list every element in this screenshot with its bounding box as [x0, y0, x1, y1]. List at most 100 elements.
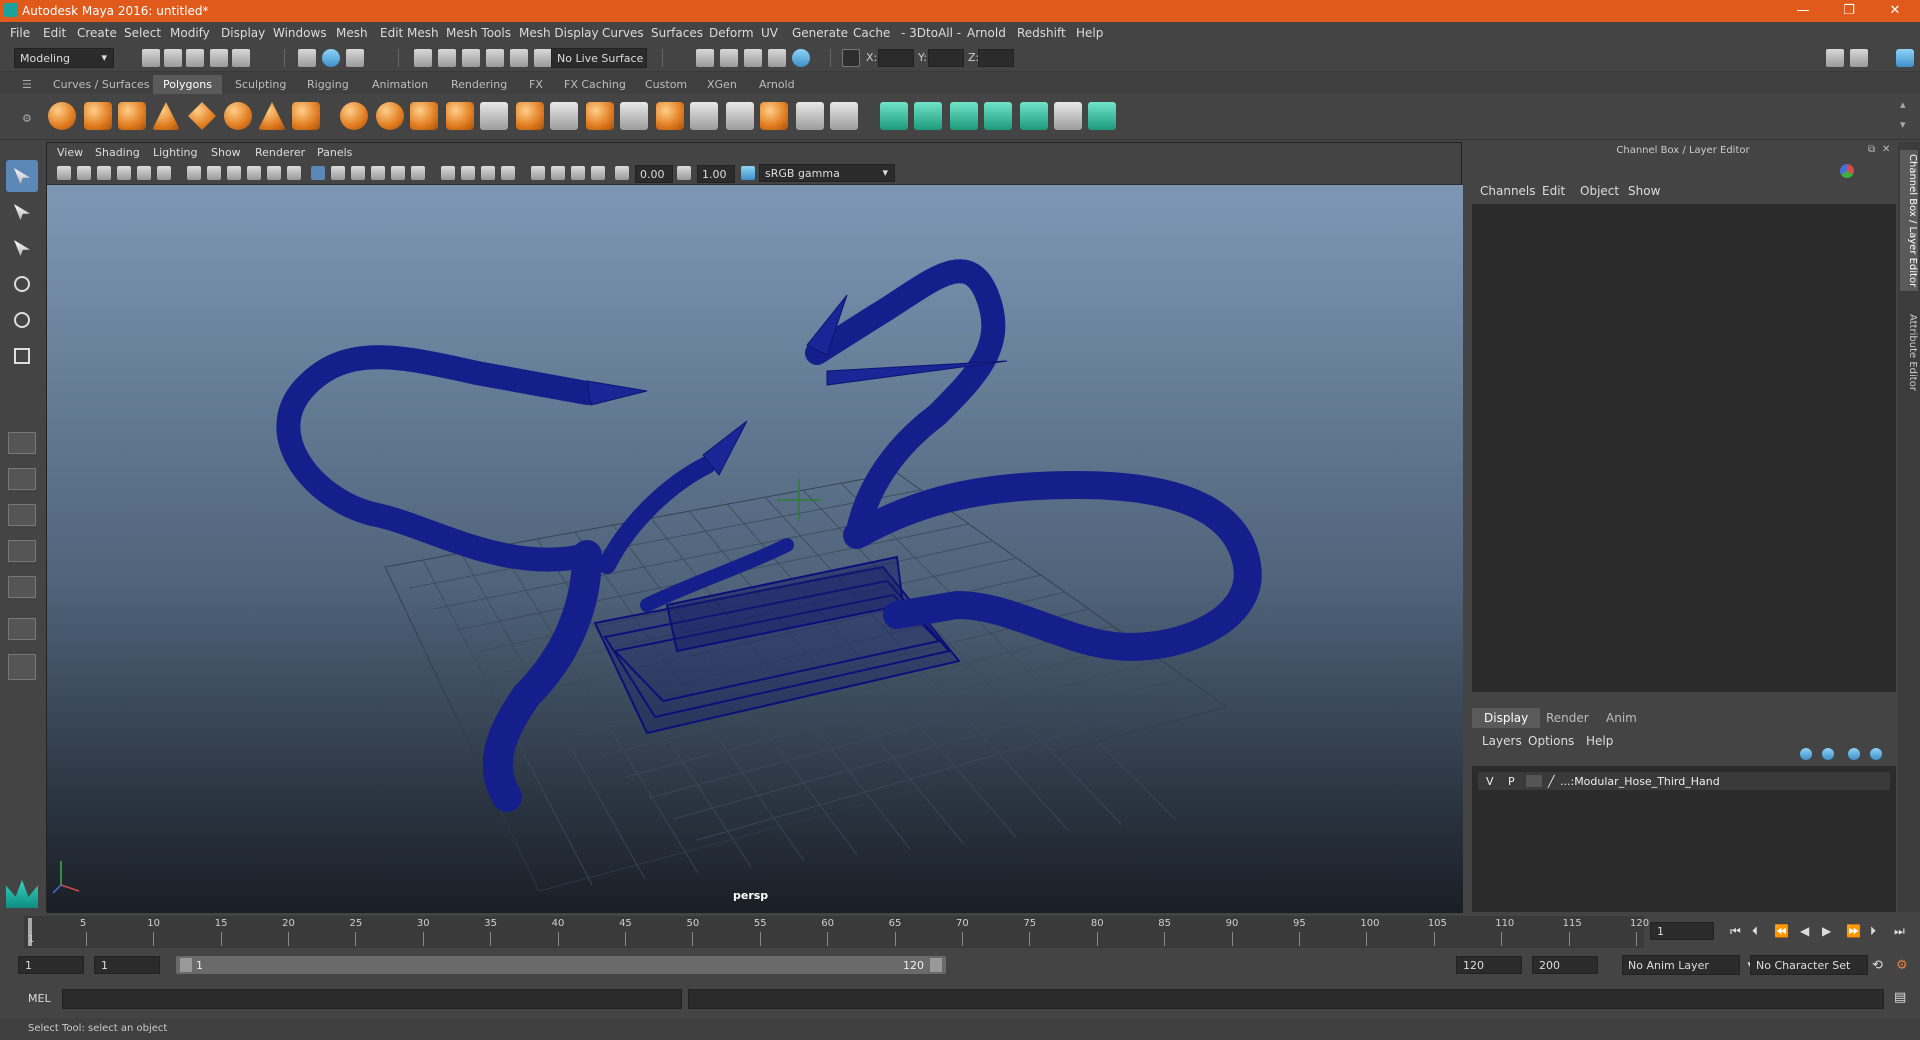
use-lights-icon[interactable]: [391, 166, 405, 180]
rotate-tool[interactable]: [6, 304, 38, 336]
magnet-icon[interactable]: [534, 49, 552, 67]
viewport-menu-shading[interactable]: Shading: [95, 146, 140, 159]
custom-layout-icon[interactable]: [8, 654, 36, 680]
hypershade-icon[interactable]: [792, 49, 810, 67]
four-view-layout-icon[interactable]: [8, 468, 36, 490]
bevel-icon[interactable]: [620, 102, 648, 130]
viewport-menu-renderer[interactable]: Renderer: [255, 146, 305, 159]
shelf-tab-rigging[interactable]: Rigging: [297, 75, 359, 94]
side-tab-channel-box[interactable]: Channel Box / Layer Editor: [1900, 150, 1918, 292]
multi-cut-icon[interactable]: [550, 102, 578, 130]
film-gate-icon[interactable]: [207, 166, 221, 180]
two-d-pan-icon[interactable]: [137, 166, 151, 180]
viewport-menu-view[interactable]: View: [57, 146, 83, 159]
teal-tool-4-icon[interactable]: [984, 102, 1012, 130]
viewport-menu-show[interactable]: Show: [211, 146, 241, 159]
menu-deform[interactable]: Deform: [709, 26, 754, 40]
menu-select[interactable]: Select: [124, 26, 161, 40]
resolution-gate-icon[interactable]: [227, 166, 241, 180]
field-chart-icon[interactable]: [267, 166, 281, 180]
gate-mask-icon[interactable]: [247, 166, 261, 180]
shelf-tab-xgen[interactable]: XGen: [697, 75, 747, 94]
shelf-tab-arnold[interactable]: Arnold: [749, 75, 805, 94]
perspective-viewport[interactable]: View Shading Lighting Show Renderer Pane…: [46, 142, 1463, 913]
fill-hole-icon[interactable]: [690, 102, 718, 130]
persp-outliner-layout-icon[interactable]: [8, 504, 36, 526]
layer-options-menu[interactable]: Options: [1528, 734, 1574, 748]
image-plane-icon[interactable]: [117, 166, 131, 180]
animation-preferences-icon[interactable]: ⚙: [1896, 958, 1908, 973]
render-settings-icon[interactable]: [768, 49, 786, 67]
close-button[interactable]: ✕: [1872, 0, 1918, 22]
select-hierarchy-icon[interactable]: [298, 49, 316, 67]
teal-tool-3-icon[interactable]: [950, 102, 978, 130]
extract-icon[interactable]: [480, 102, 508, 130]
bookmark-icon[interactable]: [97, 166, 111, 180]
select-tool[interactable]: [6, 160, 38, 192]
shadows-icon[interactable]: [411, 166, 425, 180]
shelf-tab-polygons[interactable]: Polygons: [153, 75, 222, 94]
restore-button[interactable]: ❐: [1826, 0, 1872, 22]
single-perspective-layout-icon[interactable]: [8, 432, 36, 454]
xray-joints-icon[interactable]: [571, 166, 585, 180]
animation-end-field[interactable]: 200: [1532, 956, 1598, 974]
teal-tool-1-icon[interactable]: [880, 102, 908, 130]
menu-3dtoall[interactable]: - 3DtoAll -: [901, 26, 961, 40]
close-panel-icon[interactable]: ✕: [1882, 144, 1890, 155]
menu-redshift[interactable]: Redshift: [1017, 26, 1066, 40]
float-panel-icon[interactable]: ⧉: [1868, 144, 1875, 155]
undo-icon[interactable]: [210, 49, 228, 67]
layer-tab-anim[interactable]: Anim: [1594, 708, 1649, 728]
new-layer-selected-icon[interactable]: [1870, 748, 1882, 760]
channels-menu[interactable]: Channels: [1480, 184, 1536, 198]
shelf-tab-sculpting[interactable]: Sculpting: [225, 75, 296, 94]
auto-key-icon[interactable]: ⟲: [1872, 958, 1883, 973]
play-forwards-icon[interactable]: ▶: [1822, 924, 1831, 938]
menu-edit-mesh[interactable]: Edit Mesh: [380, 26, 439, 40]
isolate-select-icon[interactable]: [531, 166, 545, 180]
planar-uv-icon[interactable]: [726, 102, 754, 130]
channel-options-icon[interactable]: [1840, 164, 1854, 178]
automatic-uv-icon[interactable]: [760, 102, 788, 130]
menu-mesh-tools[interactable]: Mesh Tools: [446, 26, 511, 40]
go-to-end-icon[interactable]: ⏭: [1894, 924, 1905, 939]
layers-menu[interactable]: Layers: [1482, 734, 1522, 748]
viewport-canvas[interactable]: persp: [47, 185, 1463, 913]
shelf-tab-fx-caching[interactable]: FX Caching: [554, 75, 636, 94]
color-space-dropdown[interactable]: sRGB gamma ▾: [759, 164, 895, 182]
mirror-icon[interactable]: [410, 102, 438, 130]
uv-editor-icon[interactable]: [796, 102, 824, 130]
x-field[interactable]: [878, 49, 914, 67]
poly-torus-icon[interactable]: [224, 102, 252, 130]
snap-curve-icon[interactable]: [438, 49, 456, 67]
shelf-menu-icon[interactable]: ☰: [22, 78, 32, 91]
menu-modify[interactable]: Modify: [170, 26, 210, 40]
step-forward-key-icon[interactable]: ⏩: [1846, 924, 1861, 938]
viewport-menu-lighting[interactable]: Lighting: [153, 146, 197, 159]
smooth-shade-icon[interactable]: [331, 166, 345, 180]
shelf-tab-rendering[interactable]: Rendering: [441, 75, 517, 94]
select-object-icon[interactable]: [322, 49, 340, 67]
poly-sphere-icon[interactable]: [48, 102, 76, 130]
poly-cube-icon[interactable]: [84, 102, 112, 130]
shelf-scroll-up-icon[interactable]: ▴: [1900, 98, 1906, 111]
xray-icon[interactable]: [551, 166, 565, 180]
open-scene-icon[interactable]: [164, 49, 182, 67]
sidebar-toggle-icon[interactable]: [1826, 49, 1844, 67]
exposure-field[interactable]: 0.00: [635, 165, 673, 183]
layer-row[interactable]: V P ╱ ...:Modular_Hose_Third_Hand: [1478, 772, 1890, 790]
step-back-key-icon[interactable]: ⏪: [1774, 924, 1789, 938]
teal-tool-2-icon[interactable]: [914, 102, 942, 130]
channel-box-list[interactable]: [1472, 204, 1896, 692]
save-scene-icon[interactable]: [186, 49, 204, 67]
animation-start-field[interactable]: 1: [18, 956, 84, 974]
teal-tool-6-icon[interactable]: [1054, 102, 1082, 130]
ambient-occlusion-icon[interactable]: [441, 166, 455, 180]
ipr-render-icon[interactable]: [744, 49, 762, 67]
shelf-tab-animation[interactable]: Animation: [362, 75, 438, 94]
mode-selector[interactable]: Modeling ▾: [14, 48, 114, 68]
workspace-icon[interactable]: [1896, 49, 1914, 67]
anim-layer-dropdown[interactable]: No Anim Layer▾: [1622, 955, 1753, 975]
y-field[interactable]: [928, 49, 964, 67]
playback-start-field[interactable]: 1: [94, 956, 160, 974]
